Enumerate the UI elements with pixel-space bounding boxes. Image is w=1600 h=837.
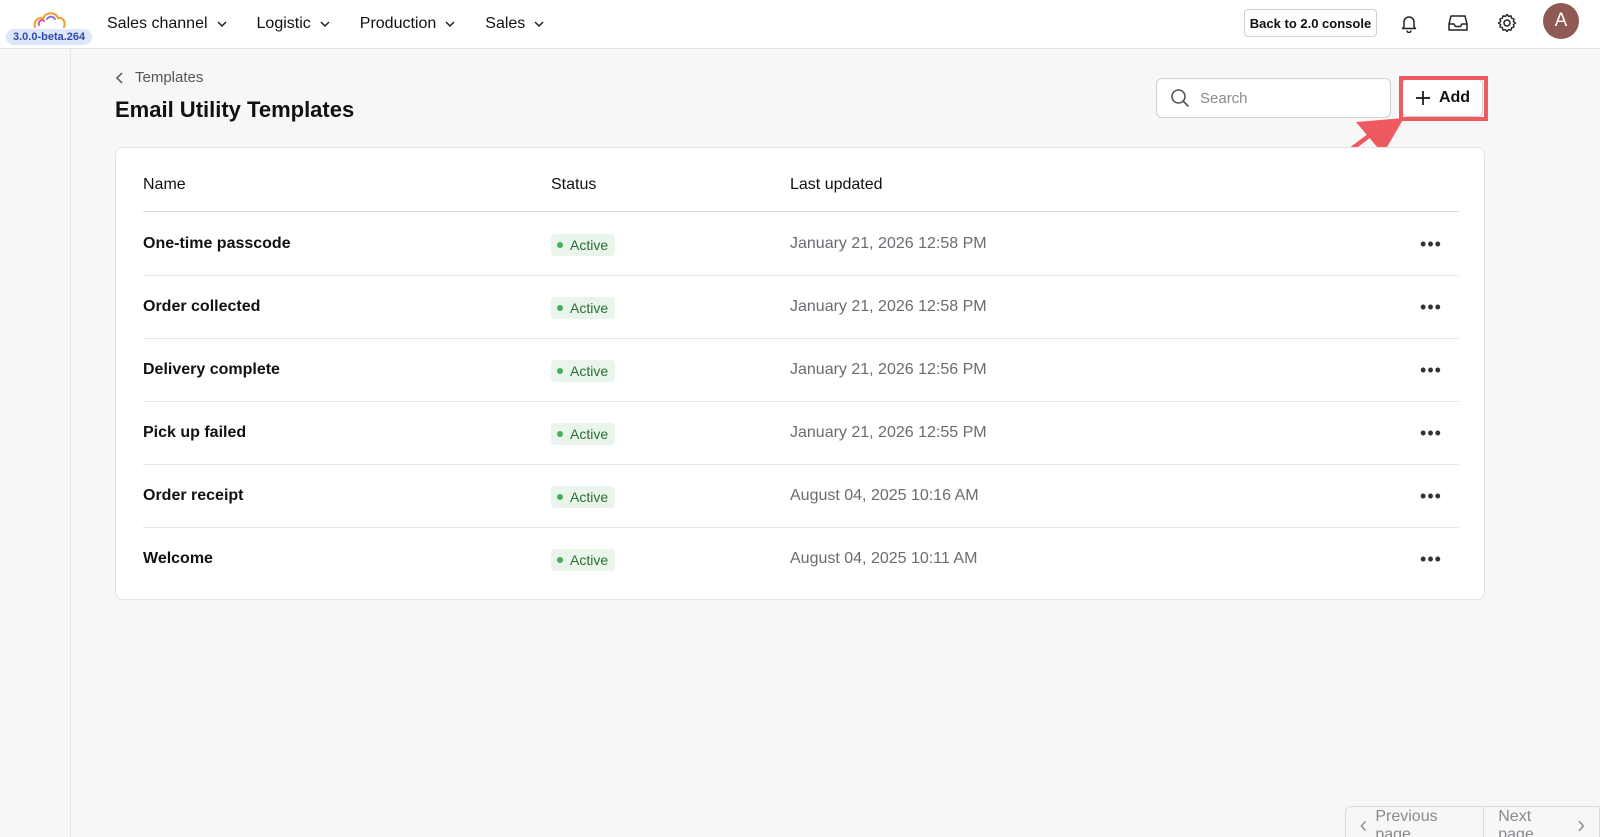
nav-production[interactable]: Production <box>360 15 456 33</box>
status-badge: Active <box>551 297 616 319</box>
nav-label: Production <box>359 15 437 32</box>
more-icon[interactable]: ••• <box>1419 358 1443 382</box>
search-input[interactable] <box>1200 89 1370 107</box>
table-row[interactable]: Welcome Active August 04, 2025 10:11 AM … <box>143 528 1459 591</box>
template-name[interactable]: One-time passcode <box>143 235 291 253</box>
breadcrumb[interactable]: Templates <box>115 69 203 86</box>
chevron-down-icon <box>320 21 330 28</box>
status-badge: Active <box>551 549 616 571</box>
add-button-label: Add <box>1438 89 1471 106</box>
status-dot <box>557 557 563 563</box>
main-nav: Sales channel Logistic Production Sales <box>107 0 544 48</box>
template-name[interactable]: Order collected <box>143 298 260 316</box>
chevron-down-icon <box>216 21 227 28</box>
status-badge: Active <box>551 234 616 256</box>
nav-label: Sales channel <box>107 15 208 32</box>
nav-sales-channel[interactable]: Sales channel <box>107 15 227 33</box>
status-label: Active <box>570 363 609 379</box>
table-header: Name Status Last updated <box>143 148 1459 212</box>
last-updated: January 21, 2026 12:56 PM <box>790 361 987 378</box>
page-title: Email Utility Templates <box>115 97 355 122</box>
table-row[interactable]: Order receipt Active August 04, 2025 10:… <box>143 465 1459 528</box>
search-icon <box>1171 89 1189 107</box>
chevron-down-icon <box>445 21 455 28</box>
status-dot <box>557 494 563 500</box>
nav-label: Logistic <box>256 15 311 32</box>
templates-table: Name Status Last updated One-time passco… <box>115 147 1485 600</box>
table-row[interactable]: Order collected Active January 21, 2026 … <box>143 276 1459 339</box>
status-dot <box>557 242 563 248</box>
column-header-last-updated: Last updated <box>790 176 883 193</box>
last-updated: January 21, 2026 12:58 PM <box>790 298 987 315</box>
column-header-name: Name <box>143 176 186 193</box>
status-label: Active <box>570 489 609 505</box>
table-row[interactable]: One-time passcode Active January 21, 202… <box>143 213 1459 276</box>
nav-label: Sales <box>485 15 526 32</box>
table-row[interactable]: Pick up failed Active January 21, 2026 1… <box>143 402 1459 465</box>
bell-icon[interactable] <box>1397 11 1421 35</box>
next-page-button[interactable]: Next page <box>1484 807 1599 837</box>
chevron-right-icon <box>1578 820 1585 832</box>
inbox-icon[interactable] <box>1446 11 1470 35</box>
status-dot <box>557 368 563 374</box>
version-badge: 3.0.0-beta.264 <box>6 29 93 45</box>
chevron-down-icon <box>534 21 544 28</box>
status-badge: Active <box>551 423 616 445</box>
nav-sales[interactable]: Sales <box>485 15 544 33</box>
sidebar-divider <box>70 49 71 837</box>
table-row[interactable]: Delivery complete Active January 21, 202… <box>143 339 1459 402</box>
more-icon[interactable]: ••• <box>1419 484 1443 508</box>
more-icon[interactable]: ••• <box>1419 547 1443 571</box>
status-dot <box>557 305 563 311</box>
search-box[interactable] <box>1156 78 1391 118</box>
status-dot <box>557 431 563 437</box>
status-label: Active <box>570 237 609 253</box>
last-updated: August 04, 2025 10:11 AM <box>790 550 978 567</box>
previous-page-label: Previous page <box>1375 808 1438 837</box>
status-badge: Active <box>551 360 616 382</box>
plus-icon <box>1415 91 1430 105</box>
top-bar: 3.0.0-beta.264 Sales channel Logistic Pr… <box>0 0 1600 49</box>
status-badge: Active <box>551 486 616 508</box>
last-updated: January 21, 2026 12:55 PM <box>790 424 987 441</box>
last-updated: August 04, 2025 10:16 AM <box>790 487 979 504</box>
previous-page-button[interactable]: Previous page <box>1346 807 1485 837</box>
next-page-label: Next page <box>1498 808 1534 837</box>
pagination: Previous page Next page <box>1345 806 1600 837</box>
status-label: Active <box>570 552 609 568</box>
breadcrumb-parent[interactable]: Templates <box>135 69 203 86</box>
column-header-status: Status <box>551 176 597 193</box>
nav-logistic[interactable]: Logistic <box>257 15 330 33</box>
more-icon[interactable]: ••• <box>1419 232 1443 256</box>
logo-icon <box>33 12 66 29</box>
template-name[interactable]: Delivery complete <box>143 361 280 379</box>
status-label: Active <box>570 300 609 316</box>
template-name[interactable]: Order receipt <box>143 487 243 505</box>
more-icon[interactable]: ••• <box>1419 421 1443 445</box>
back-to-console-button[interactable]: Back to 2.0 console <box>1244 9 1377 37</box>
more-icon[interactable]: ••• <box>1419 295 1443 319</box>
last-updated: January 21, 2026 12:58 PM <box>790 235 987 252</box>
app-logo[interactable]: 3.0.0-beta.264 <box>6 4 93 46</box>
template-name[interactable]: Welcome <box>143 550 213 568</box>
template-name[interactable]: Pick up failed <box>143 424 246 442</box>
chevron-left-icon <box>1360 820 1367 832</box>
gear-icon[interactable] <box>1495 11 1519 35</box>
status-label: Active <box>570 426 609 442</box>
add-button[interactable]: Add <box>1402 79 1483 117</box>
avatar[interactable]: A <box>1543 3 1579 39</box>
chevron-left-icon <box>115 71 123 84</box>
